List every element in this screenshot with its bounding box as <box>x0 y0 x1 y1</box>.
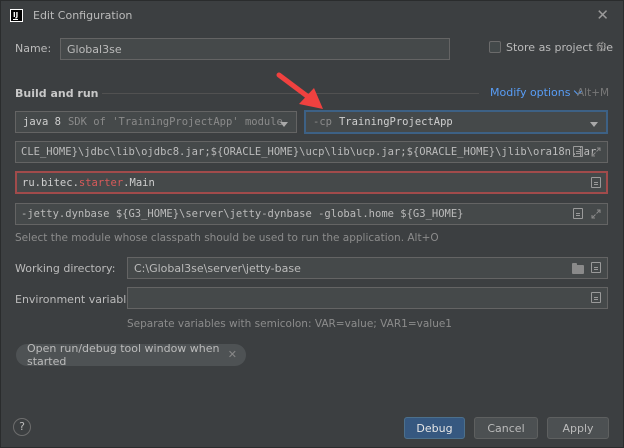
help-button[interactable]: ? <box>13 418 31 436</box>
vm-options-input[interactable]: CLE_HOME}\jdbc\lib\ojdbc8.jar;${ORACLE_H… <box>15 141 608 163</box>
gear-icon[interactable] <box>596 41 607 52</box>
main-class-input[interactable]: ru.bitec. starter .Main <box>15 171 608 194</box>
macros-icon[interactable] <box>591 262 601 273</box>
close-icon[interactable]: ✕ <box>596 6 609 24</box>
store-as-project-file-checkbox[interactable] <box>489 41 501 53</box>
dropdown-arrow-icon <box>280 122 288 127</box>
build-and-run-heading: Build and run <box>15 87 99 100</box>
expand-icon[interactable] <box>591 209 601 219</box>
module-classpath-hint: Select the module whose classpath should… <box>15 232 439 244</box>
cancel-button[interactable]: Cancel <box>474 417 538 439</box>
module-cp-prefix: -cp <box>313 116 332 128</box>
tool-window-option-label: Open run/debug tool window when started <box>27 342 220 368</box>
edit-env-vars-icon[interactable] <box>591 292 601 303</box>
program-arguments-input[interactable]: -jetty.dynbase ${G3_HOME}\server\jetty-d… <box>15 203 608 225</box>
browse-class-icon[interactable] <box>591 177 601 188</box>
expand-icon[interactable] <box>591 147 601 157</box>
title-bar: IJ Edit Configuration ✕ <box>1 1 623 31</box>
module-classpath-select[interactable]: -cp TrainingProjectApp <box>304 110 608 134</box>
module-name: TrainingProjectApp <box>338 116 453 128</box>
environment-variables-hint: Separate variables with semicolon: VAR=v… <box>127 318 452 330</box>
window-title: Edit Configuration <box>33 9 133 22</box>
apply-button[interactable]: Apply <box>547 417 609 439</box>
name-input[interactable]: Global3se <box>60 38 450 60</box>
working-directory-label: Working directory: <box>15 262 116 275</box>
edit-text-icon[interactable] <box>573 208 583 219</box>
annotation-arrow-icon <box>276 72 323 109</box>
main-class-package: ru.bitec. <box>22 176 79 189</box>
working-directory-input[interactable]: C:\Global3se\server\jetty-base <box>127 257 608 279</box>
jre-select[interactable]: java 8 SDK of 'TrainingProjectApp' modul… <box>15 111 297 133</box>
name-label: Name: <box>15 42 52 55</box>
edit-text-icon[interactable] <box>573 146 583 157</box>
environment-variables-label: Environment variables: <box>15 293 143 306</box>
jre-detail: SDK of 'TrainingProjectApp' module <box>67 116 283 128</box>
modify-options-shortcut: Alt+M <box>577 87 610 99</box>
remove-option-icon[interactable]: ✕ <box>228 348 237 361</box>
modify-options-label: Modify options <box>490 86 571 99</box>
edit-configuration-dialog: IJ Edit Configuration ✕ Name: Global3se … <box>0 0 624 448</box>
folder-icon[interactable] <box>572 263 584 274</box>
jre-name: java 8 <box>23 116 61 128</box>
dropdown-arrow-icon <box>590 122 598 127</box>
main-class-error-segment: starter <box>78 176 124 189</box>
debug-button[interactable]: Debug <box>404 417 465 439</box>
intellij-app-icon: IJ <box>10 9 23 22</box>
modify-options-link[interactable]: Modify options <box>490 86 583 99</box>
environment-variables-input[interactable] <box>127 287 608 309</box>
tool-window-option-tag[interactable]: Open run/debug tool window when started … <box>16 342 246 368</box>
main-class-name: .Main <box>123 176 155 189</box>
